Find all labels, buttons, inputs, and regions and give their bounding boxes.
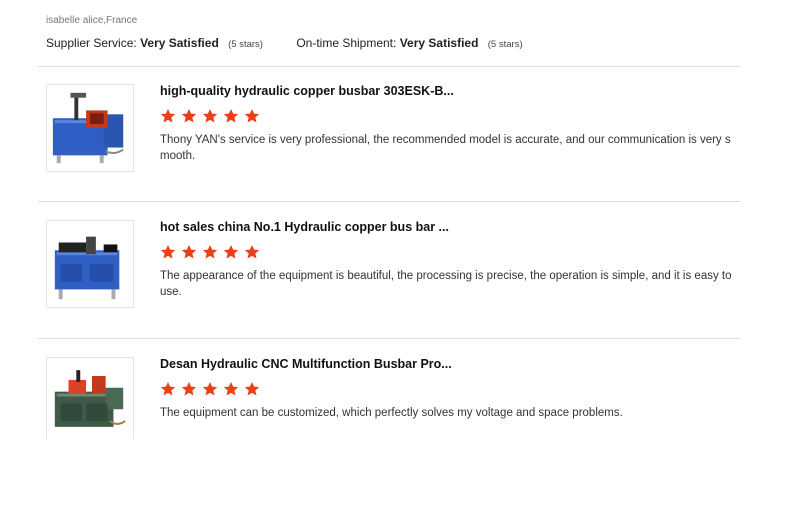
divider bbox=[38, 66, 741, 67]
review-comment: The equipment can be customized, which p… bbox=[160, 407, 623, 419]
rating-stars bbox=[160, 381, 260, 399]
product-thumbnail[interactable] bbox=[46, 357, 134, 439]
overall-ratings: Supplier Service: Very Satisfied (5 star… bbox=[46, 36, 523, 50]
shipment-stars: (5 stars) bbox=[487, 39, 523, 50]
shipment-value: Very Satisfied bbox=[399, 36, 479, 50]
star-icon bbox=[181, 108, 197, 124]
supplier-service-value: Very Satisfied bbox=[140, 36, 219, 50]
star-icon bbox=[181, 381, 197, 397]
supplier-service-rating: Supplier Service: Very Satisfied (5 star… bbox=[46, 36, 263, 50]
star-icon bbox=[223, 108, 239, 124]
divider bbox=[38, 338, 741, 339]
star-icon bbox=[244, 244, 260, 260]
rating-stars bbox=[160, 244, 260, 262]
star-icon bbox=[160, 381, 176, 397]
shipment-rating: On-time Shipment: Very Satisfied (5 star… bbox=[296, 36, 522, 50]
rating-stars bbox=[160, 108, 260, 126]
star-icon bbox=[160, 108, 176, 124]
blue-busbar-machine-icon bbox=[52, 92, 124, 164]
product-title[interactable]: hot sales china No.1 Hydraulic copper bu… bbox=[160, 220, 449, 234]
supplier-service-label: Supplier Service: bbox=[46, 36, 137, 50]
review-comment: The appearance of the equipment is beaut… bbox=[160, 270, 732, 298]
star-icon bbox=[202, 381, 218, 397]
product-title[interactable]: high-quality hydraulic copper busbar 303… bbox=[160, 84, 454, 98]
star-icon bbox=[202, 244, 218, 260]
supplier-service-stars: (5 stars) bbox=[228, 39, 263, 50]
star-icon bbox=[244, 108, 260, 124]
star-icon bbox=[223, 244, 239, 260]
product-thumbnail[interactable] bbox=[46, 84, 134, 172]
product-title[interactable]: Desan Hydraulic CNC Multifunction Busbar… bbox=[160, 357, 452, 371]
reviewer-name: isabelle alice,France bbox=[46, 15, 138, 26]
divider bbox=[38, 201, 741, 202]
star-icon bbox=[244, 381, 260, 397]
star-icon bbox=[160, 244, 176, 260]
star-icon bbox=[202, 108, 218, 124]
review-comment: Thony YAN's service is very professional… bbox=[160, 134, 731, 162]
green-busbar-machine-icon bbox=[54, 370, 126, 427]
blue-busbar-machine-icon bbox=[54, 236, 120, 300]
product-thumbnail[interactable] bbox=[46, 220, 134, 308]
star-icon bbox=[181, 244, 197, 260]
shipment-label: On-time Shipment: bbox=[296, 36, 397, 50]
star-icon bbox=[223, 381, 239, 397]
